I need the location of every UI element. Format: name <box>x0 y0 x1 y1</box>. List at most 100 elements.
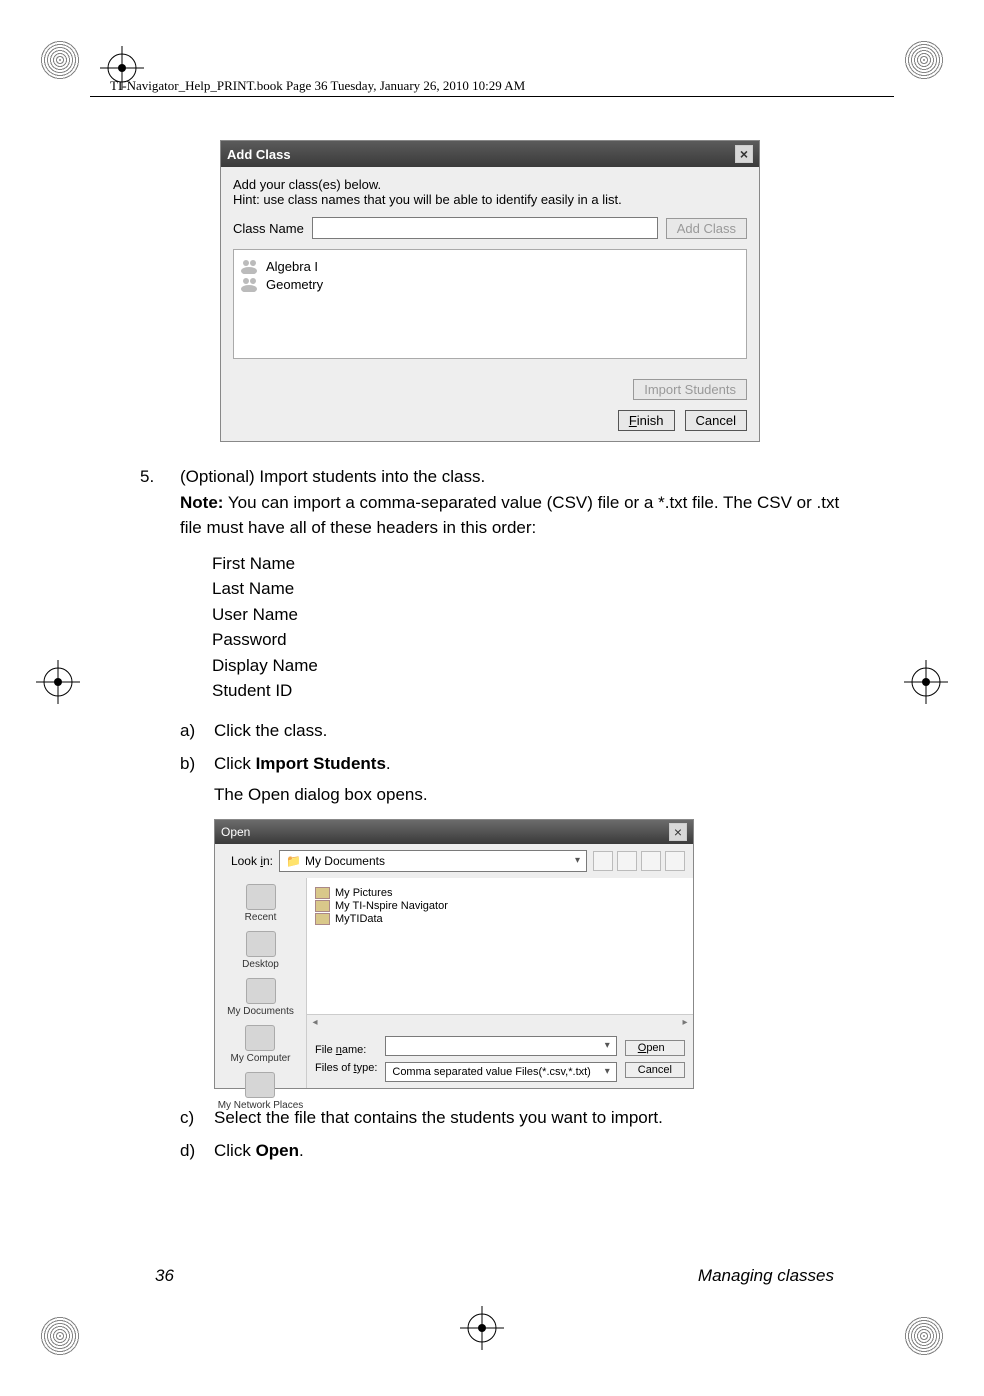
substep-text: . <box>386 754 391 773</box>
substep-c: c) Select the file that contains the stu… <box>180 1105 840 1131</box>
folder-icon <box>315 913 330 925</box>
step-5: 5. (Optional) Import students into the c… <box>140 464 840 541</box>
substep-label: b) <box>180 751 214 777</box>
import-students-button[interactable]: Import Students <box>633 379 747 400</box>
dialog-titlebar: Add Class × <box>221 141 759 167</box>
close-icon[interactable]: × <box>669 823 687 841</box>
dialog-instruction: Add your class(es) below. <box>233 177 747 192</box>
chevron-down-icon: ▾ <box>575 855 580 866</box>
step-number: 5. <box>140 464 180 541</box>
folder-item[interactable]: MyTIData <box>315 913 685 925</box>
folder-item[interactable]: My Pictures <box>315 887 685 899</box>
csv-header: User Name <box>212 602 840 628</box>
substep-text: Select the file that contains the studen… <box>214 1105 840 1131</box>
dialog-titlebar: Open × <box>215 820 693 844</box>
note-text: You can import a comma-separated value (… <box>180 493 839 538</box>
substep-bold: Open <box>256 1141 299 1160</box>
class-list: Algebra I Geometry <box>233 249 747 359</box>
dialog-title: Open <box>221 825 250 839</box>
note-label: Note: <box>180 493 223 512</box>
place-my-documents[interactable]: My Documents <box>227 978 294 1017</box>
registration-mark <box>904 1316 944 1356</box>
substep-d: d) Click Open. <box>180 1138 840 1164</box>
header-rule <box>90 96 894 97</box>
substep-description: The Open dialog box opens. <box>214 785 840 805</box>
open-button[interactable]: Open <box>625 1040 685 1056</box>
substep-text: Click <box>214 754 256 773</box>
folder-icon <box>315 887 330 899</box>
scroll-right-icon[interactable]: ▸ <box>677 1015 693 1030</box>
computer-icon <box>245 1025 275 1051</box>
dialog-title: Add Class <box>227 147 291 162</box>
file-list[interactable]: My Pictures My TI-Nspire Navigator MyTID… <box>307 878 693 1014</box>
close-icon[interactable]: × <box>735 145 753 163</box>
view-menu-icon[interactable] <box>665 851 685 871</box>
csv-header: Password <box>212 627 840 653</box>
look-in-value: My Documents <box>305 854 385 868</box>
dialog-hint: Hint: use class names that you will be a… <box>233 192 747 207</box>
open-dialog: Open × Look in: 📁 My Documents ▾ Recent … <box>214 819 694 1089</box>
add-class-dialog: Add Class × Add your class(es) below. Hi… <box>220 140 760 442</box>
class-icon <box>240 258 260 274</box>
crop-mark <box>36 660 80 704</box>
substep-text: Click the class. <box>214 718 840 744</box>
class-list-item[interactable]: Algebra I <box>240 258 740 274</box>
class-item-label: Algebra I <box>266 259 318 274</box>
file-name-input[interactable]: ▾ <box>385 1036 616 1056</box>
substep-b: b) Click Import Students. <box>180 751 840 777</box>
folder-item[interactable]: My TI-Nspire Navigator <box>315 900 685 912</box>
substep-a: a) Click the class. <box>180 718 840 744</box>
chevron-down-icon: ▾ <box>605 1066 610 1077</box>
add-class-button[interactable]: Add Class <box>666 218 747 239</box>
desktop-icon <box>246 931 276 957</box>
scroll-left-icon[interactable]: ◂ <box>307 1015 323 1030</box>
csv-header: Last Name <box>212 576 840 602</box>
finish-button[interactable]: Finish <box>618 410 675 431</box>
csv-header: Display Name <box>212 653 840 679</box>
folder-icon: 📁 <box>286 854 301 868</box>
cancel-button[interactable]: Cancel <box>685 410 747 431</box>
class-icon <box>240 276 260 292</box>
place-desktop[interactable]: Desktop <box>242 931 279 970</box>
registration-mark <box>904 40 944 80</box>
recent-icon <box>246 884 276 910</box>
page-number: 36 <box>155 1266 174 1286</box>
class-item-label: Geometry <box>266 277 323 292</box>
substep-label: c) <box>180 1105 214 1131</box>
csv-header: First Name <box>212 551 840 577</box>
csv-header: Student ID <box>212 678 840 704</box>
new-folder-icon[interactable] <box>641 851 661 871</box>
substep-label: a) <box>180 718 214 744</box>
horizontal-scrollbar[interactable]: ◂ ▸ <box>307 1014 693 1030</box>
files-of-type-label: Files of type: <box>315 1062 377 1074</box>
file-name-label: File name: <box>315 1044 377 1056</box>
substep-text: . <box>299 1141 304 1160</box>
place-recent[interactable]: Recent <box>245 884 277 923</box>
up-icon[interactable] <box>617 851 637 871</box>
look-in-combo[interactable]: 📁 My Documents ▾ <box>279 850 587 872</box>
cancel-button[interactable]: Cancel <box>625 1062 685 1078</box>
places-bar: Recent Desktop My Documents My Computer … <box>215 878 307 1088</box>
registration-mark <box>40 1316 80 1356</box>
documents-icon <box>246 978 276 1004</box>
class-name-label: Class Name <box>233 221 304 236</box>
back-icon[interactable] <box>593 851 613 871</box>
substep-label: d) <box>180 1138 214 1164</box>
chevron-down-icon: ▾ <box>605 1040 610 1051</box>
page-footer: 36 Managing classes <box>155 1266 834 1286</box>
print-header: TI-Navigator_Help_PRINT.book Page 36 Tue… <box>110 78 874 94</box>
look-in-label: Look in: <box>223 854 273 868</box>
csv-headers-list: First Name Last Name User Name Password … <box>212 551 840 704</box>
section-title: Managing classes <box>698 1266 834 1286</box>
registration-mark <box>40 40 80 80</box>
crop-mark <box>904 660 948 704</box>
place-my-computer[interactable]: My Computer <box>230 1025 290 1064</box>
folder-icon <box>315 900 330 912</box>
class-name-input[interactable] <box>312 217 658 239</box>
class-list-item[interactable]: Geometry <box>240 276 740 292</box>
files-of-type-combo[interactable]: Comma separated value Files(*.csv,*.txt)… <box>385 1062 616 1082</box>
crop-mark <box>460 1306 504 1350</box>
network-icon <box>245 1072 275 1098</box>
substep-bold: Import Students <box>256 754 386 773</box>
step-text: (Optional) Import students into the clas… <box>180 467 485 486</box>
